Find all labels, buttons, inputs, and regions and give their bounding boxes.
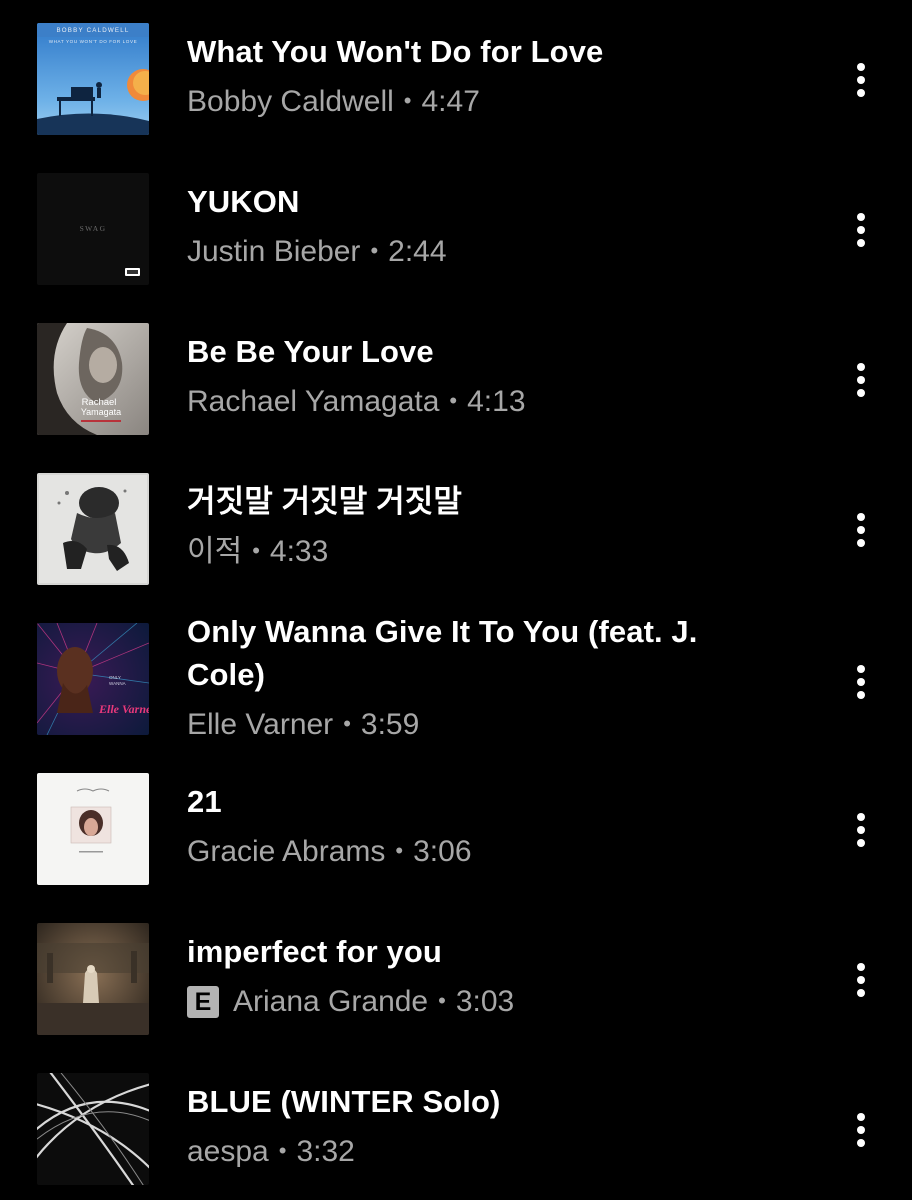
track-artist[interactable]: Justin Bieber [187, 235, 360, 268]
svg-text:WANNA: WANNA [109, 681, 126, 686]
track-duration: 4:33 [269, 535, 329, 568]
more-vertical-icon[interactable] [845, 662, 877, 702]
more-vertical-icon[interactable] [845, 60, 877, 100]
track-meta: 이적 • 4:33 [187, 529, 747, 574]
track-title[interactable]: Only Wanna Give It To You (feat. J. Cole… [187, 610, 707, 696]
track-title[interactable]: YUKON [187, 180, 747, 223]
more-vertical-icon[interactable] [845, 960, 877, 1000]
more-vertical-icon[interactable] [845, 510, 877, 550]
track-artist[interactable]: aespa [187, 1135, 269, 1168]
track-row[interactable]: SWAG YUKON Justin Bieber • 2:44 [0, 150, 912, 300]
track-artist[interactable]: Bobby Caldwell [187, 85, 394, 118]
track-artist[interactable]: Elle Varner [187, 708, 333, 741]
track-row[interactable]: BLUE (WINTER Solo) aespa • 3:32 [0, 1050, 912, 1200]
album-art[interactable]: Elle Varner ONLY WANNA [37, 623, 149, 735]
more-vertical-icon[interactable] [845, 210, 877, 250]
separator-dot: • [252, 538, 260, 563]
album-art[interactable] [37, 1073, 149, 1185]
svg-text:SWAG: SWAG [80, 224, 107, 233]
track-meta: Gracie Abrams • 3:06 [187, 829, 747, 874]
separator-dot: • [438, 988, 446, 1013]
track-row[interactable]: 거짓말 거짓말 거짓말 이적 • 4:33 [0, 450, 912, 600]
album-art[interactable]: SWAG [37, 173, 149, 285]
more-vertical-icon[interactable] [845, 360, 877, 400]
svg-text:Yamagata: Yamagata [81, 407, 121, 417]
track-duration: 3:59 [360, 708, 420, 741]
track-row[interactable]: BOBBY CALDWELL WHAT YOU WON'T DO FOR LOV… [0, 0, 912, 150]
track-row[interactable]: Rachael Yamagata Be Be Your Love Rachael… [0, 300, 912, 450]
svg-text:WHAT YOU WON'T DO FOR LOVE: WHAT YOU WON'T DO FOR LOVE [49, 39, 138, 44]
track-meta: Justin Bieber • 2:44 [187, 229, 747, 274]
track-duration: 2:44 [388, 235, 447, 268]
album-art[interactable]: BOBBY CALDWELL WHAT YOU WON'T DO FOR LOV… [37, 23, 149, 135]
album-art[interactable] [37, 923, 149, 1035]
track-title[interactable]: imperfect for you [187, 930, 747, 973]
album-art[interactable] [37, 473, 149, 585]
explicit-badge: E [187, 986, 219, 1018]
track-title[interactable]: Be Be Your Love [187, 330, 747, 373]
track-duration: 3:32 [296, 1135, 355, 1168]
track-meta: aespa • 3:32 [187, 1129, 747, 1174]
track-duration: 3:06 [413, 835, 472, 868]
separator-dot: • [395, 838, 404, 863]
track-meta: E Ariana Grande • 3:03 [187, 979, 747, 1024]
track-artist[interactable]: 이적 [187, 535, 242, 568]
track-title[interactable]: BLUE (WINTER Solo) [187, 1080, 747, 1123]
more-vertical-icon[interactable] [845, 810, 877, 850]
svg-text:BOBBY CALDWELL: BOBBY CALDWELL [56, 27, 129, 34]
separator-dot: • [370, 238, 379, 263]
track-row[interactable]: 21 Gracie Abrams • 3:06 [0, 750, 912, 900]
track-artist[interactable]: Rachael Yamagata [187, 385, 439, 418]
track-artist[interactable]: Ariana Grande [233, 985, 428, 1018]
separator-dot: • [343, 711, 351, 736]
track-duration: 4:47 [421, 85, 480, 118]
track-title[interactable]: 거짓말 거짓말 거짓말 [187, 480, 747, 523]
track-meta: Rachael Yamagata • 4:13 [187, 379, 747, 424]
track-meta: Elle Varner • 3:59 [187, 702, 747, 747]
separator-dot: • [278, 1138, 287, 1163]
album-art[interactable]: Rachael Yamagata [37, 323, 149, 435]
more-vertical-icon[interactable] [845, 1110, 877, 1150]
track-title[interactable]: 21 [187, 780, 747, 823]
svg-text:Elle Varner: Elle Varner [98, 702, 149, 716]
track-duration: 3:03 [455, 985, 515, 1018]
svg-text:ONLY: ONLY [109, 675, 121, 680]
album-art[interactable] [37, 773, 149, 885]
track-duration: 4:13 [467, 385, 526, 418]
separator-dot: • [403, 88, 412, 113]
track-meta: Bobby Caldwell • 4:47 [187, 79, 747, 124]
separator-dot: • [449, 388, 458, 413]
track-artist[interactable]: Gracie Abrams [187, 835, 385, 868]
track-title[interactable]: What You Won't Do for Love [187, 30, 747, 73]
track-row[interactable]: Elle Varner ONLY WANNA Only Wanna Give I… [0, 600, 912, 750]
track-row[interactable]: imperfect for you E Ariana Grande • 3:03 [0, 900, 912, 1050]
track-list: BOBBY CALDWELL WHAT YOU WON'T DO FOR LOV… [0, 0, 912, 1200]
